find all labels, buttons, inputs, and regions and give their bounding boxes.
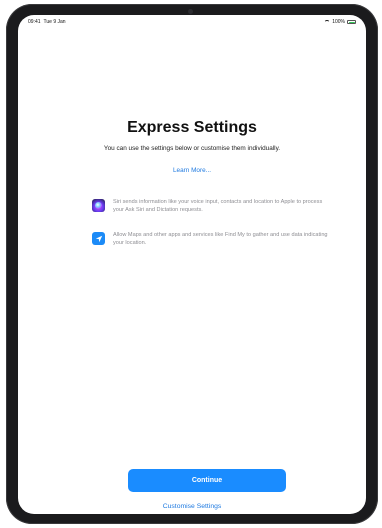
location-arrow-icon (92, 232, 105, 245)
customise-settings-link[interactable]: Customise Settings (18, 503, 366, 510)
status-time-date: 09:41 Tue 9 Jan (28, 19, 66, 25)
feature-siri-text: Siri sends information like your voice i… (113, 199, 323, 214)
status-date: Tue 9 Jan (43, 19, 66, 25)
feature-location-text: Allow Maps and other apps and services l… (113, 232, 328, 247)
status-right: 100% (324, 19, 356, 25)
status-time: 09:41 (28, 19, 41, 25)
battery-icon (347, 20, 356, 24)
wifi-icon (324, 20, 331, 24)
screen: 09:41 Tue 9 Jan 100% Express Settings You… (18, 15, 366, 514)
continue-button[interactable]: Continue (128, 469, 286, 492)
learn-more-link[interactable]: Learn More... (18, 167, 366, 174)
feature-location: Allow Maps and other apps and services l… (92, 231, 332, 248)
ipad-frame: 09:41 Tue 9 Jan 100% Express Settings You… (6, 4, 378, 524)
location-arrow-glyph (95, 235, 102, 242)
battery-fill (348, 21, 355, 23)
status-bar: 09:41 Tue 9 Jan 100% (18, 15, 366, 29)
feature-siri: Siri sends information like your voice i… (92, 198, 332, 215)
battery-percent: 100% (332, 19, 345, 25)
siri-icon (92, 199, 105, 212)
page-subtitle: You can use the settings below or custom… (103, 145, 281, 152)
front-camera (188, 9, 193, 14)
page-title: Express Settings (127, 119, 257, 136)
